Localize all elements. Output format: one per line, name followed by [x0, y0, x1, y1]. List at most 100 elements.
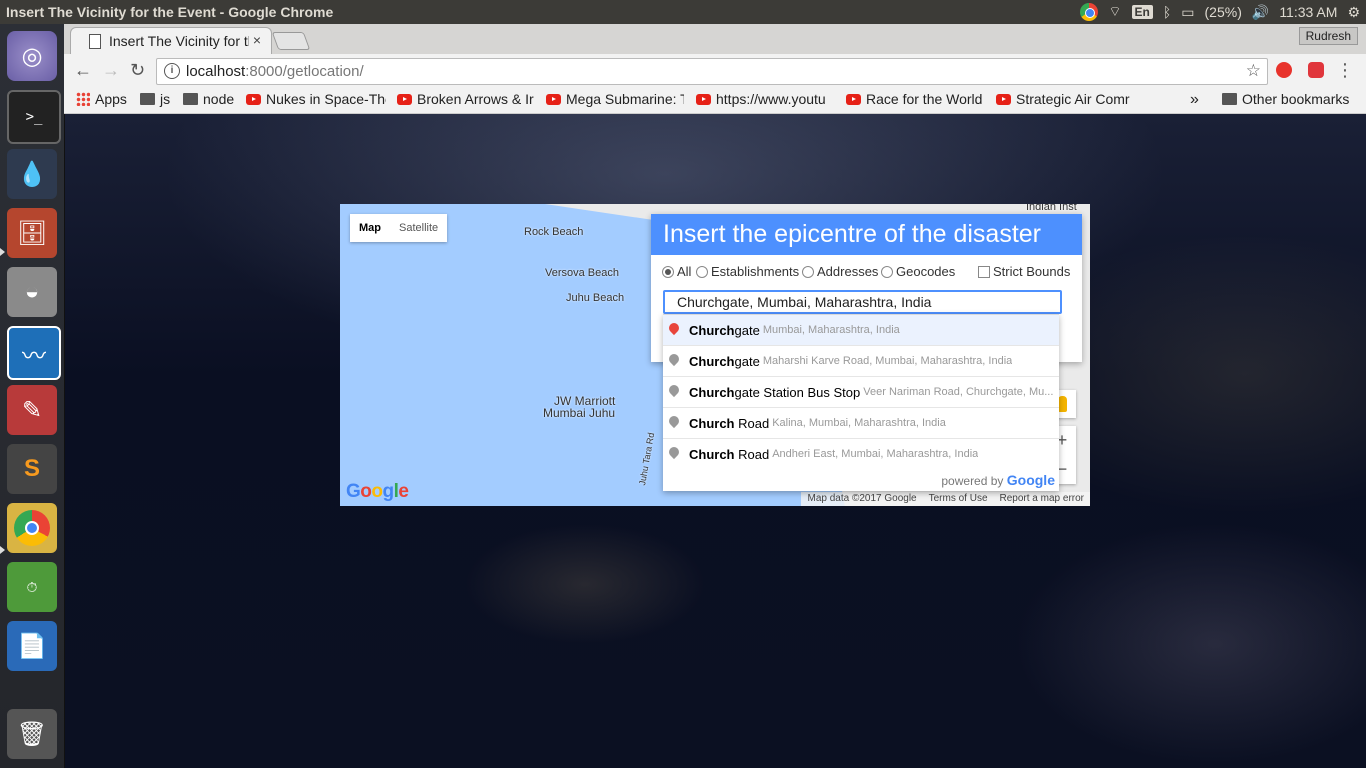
- radio-establishments[interactable]: Establishments: [696, 264, 799, 279]
- site-info-icon[interactable]: i: [164, 63, 180, 79]
- bookmarks-overflow-button[interactable]: »: [1190, 91, 1199, 109]
- new-tab-button[interactable]: [271, 32, 311, 50]
- reload-icon[interactable]: ↻: [130, 60, 145, 81]
- other-bookmarks[interactable]: Other bookmarks: [1222, 91, 1349, 107]
- system-monitor-icon[interactable]: 〰: [7, 326, 61, 380]
- map-pin-icon: [669, 354, 679, 368]
- liquid-drop-icon[interactable]: 💧: [7, 149, 57, 199]
- trash-icon[interactable]: 🗑: [7, 709, 57, 759]
- launcher: ◎ >_ 💧 🗄 ◒ 〰 ✎ S ⏱ 📄 🗑: [0, 24, 65, 768]
- map-label: Rock Beach: [524, 226, 584, 238]
- map-data-attribution: Map data ©2017 Google: [807, 493, 917, 504]
- bookmark-mega-submarine[interactable]: Mega Submarine: T: [546, 91, 684, 107]
- bookmark-strategic-air-command[interactable]: Strategic Air Comr: [996, 91, 1134, 107]
- youtube-icon: [846, 93, 861, 105]
- system-tray: ⌔ En ᛒ ▭ (25%) 🔊 11:33 AM ⚙: [1080, 0, 1360, 24]
- writer-document-icon[interactable]: 📄: [7, 621, 57, 671]
- bookmark-youtube-link[interactable]: https://www.youtu: [696, 91, 834, 107]
- profile-button[interactable]: Rudresh: [1298, 27, 1358, 45]
- youtube-icon: [996, 93, 1011, 105]
- bookmark-star-icon[interactable]: ☆: [1246, 61, 1261, 81]
- bookmark-folder-js[interactable]: js: [140, 91, 170, 107]
- chrome-menu-icon[interactable]: ⋮: [1336, 60, 1354, 81]
- battery-percent[interactable]: (25%): [1205, 4, 1242, 20]
- running-indicator: [0, 546, 5, 554]
- radio-selected-icon[interactable]: [662, 265, 674, 278]
- document-viewer-icon[interactable]: ✎: [7, 385, 57, 435]
- map-label: Juhu Beach: [566, 292, 625, 304]
- report-map-error-link[interactable]: Report a map error: [1000, 492, 1084, 506]
- terms-of-use-link[interactable]: Terms of Use: [929, 492, 988, 506]
- back-arrow-icon[interactable]: ←: [74, 60, 92, 81]
- apps-icon: [76, 92, 90, 106]
- forward-arrow-icon[interactable]: →: [102, 60, 120, 81]
- radio-icon[interactable]: [696, 265, 708, 278]
- tab-title: Insert The Vicinity for the Event: [109, 33, 249, 49]
- document-icon: [89, 34, 101, 49]
- browser-tab[interactable]: Insert The Vicinity for the Event ×: [70, 27, 272, 55]
- youtube-icon: [397, 93, 412, 105]
- youtube-icon: [246, 93, 261, 105]
- map-label: Mumbai Juhu: [543, 406, 616, 420]
- map-label: Versova Beach: [545, 267, 619, 279]
- settings-gear-icon[interactable]: ⚙: [1347, 4, 1360, 21]
- chrome-icon[interactable]: [7, 503, 57, 553]
- map-pin-icon: [669, 447, 679, 461]
- file-cabinet-icon[interactable]: 🗄: [7, 208, 57, 258]
- radio-geocodes[interactable]: Geocodes: [881, 264, 955, 279]
- radio-icon[interactable]: [802, 265, 814, 278]
- map-type-map-button[interactable]: Map: [350, 214, 390, 242]
- timer-icon[interactable]: ⏱: [7, 562, 57, 612]
- map-type-satellite-button[interactable]: Satellite: [390, 214, 447, 242]
- map-label: Indian Inst: [1026, 204, 1077, 213]
- bookmarks-bar: Apps js node Nukes in Space-The Broken A…: [64, 88, 1366, 114]
- keyboard-language-indicator[interactable]: En: [1131, 5, 1153, 19]
- radio-icon[interactable]: [881, 265, 893, 278]
- autocomplete-item[interactable]: Churchgate Mumbai, Maharashtra, India: [663, 315, 1059, 345]
- youtube-icon: [546, 93, 561, 105]
- bluetooth-icon[interactable]: ᛒ: [1163, 4, 1171, 20]
- radio-all[interactable]: All: [662, 264, 691, 279]
- bookmark-apps[interactable]: Apps: [76, 91, 127, 107]
- strict-bounds-checkbox[interactable]: Strict Bounds: [978, 264, 1070, 279]
- url-text[interactable]: localhost:8000/getlocation/: [186, 63, 364, 80]
- volume-icon[interactable]: 🔊: [1252, 4, 1269, 21]
- google-logo[interactable]: Google: [346, 481, 409, 503]
- address-bar[interactable]: i localhost:8000/getlocation/ ☆: [156, 58, 1268, 85]
- checkbox-icon[interactable]: [978, 265, 990, 278]
- wifi-icon[interactable]: ⌔: [1108, 3, 1121, 21]
- youtube-icon: [696, 93, 711, 105]
- autocomplete-item[interactable]: Churchgate Station Bus Stop Veer Nariman…: [663, 376, 1059, 407]
- autocomplete-item[interactable]: Churchgate Maharshi Karve Road, Mumbai, …: [663, 345, 1059, 376]
- ubuntu-dash-icon[interactable]: ◎: [7, 31, 57, 81]
- folder-icon: [183, 93, 198, 105]
- bookmark-nukes-in-space[interactable]: Nukes in Space-The: [246, 91, 386, 107]
- sublime-text-icon[interactable]: S: [7, 444, 57, 494]
- running-indicator: [0, 248, 5, 256]
- browser-toolbar: ← → ↻ i localhost:8000/getlocation/ ☆ ⋮: [64, 54, 1366, 88]
- folder-icon: [1222, 93, 1237, 105]
- map-footer: Map data ©2017 Google Terms of Use Repor…: [801, 492, 1090, 506]
- clock[interactable]: 11:33 AM: [1279, 4, 1337, 20]
- card-title: Insert the epicentre of the disaster: [651, 214, 1082, 255]
- terminal-icon[interactable]: >_: [7, 90, 61, 144]
- bookmark-folder-node[interactable]: node: [183, 91, 234, 107]
- tab-strip: Insert The Vicinity for the Event × Rudr…: [64, 24, 1366, 55]
- autocomplete-item[interactable]: Church Road Andheri East, Mumbai, Mahara…: [663, 438, 1059, 469]
- close-tab-icon[interactable]: ×: [253, 32, 261, 48]
- autocomplete-item[interactable]: Church Road Kalina, Mumbai, Maharashtra,…: [663, 407, 1059, 438]
- bookmark-race-for-the-world[interactable]: Race for the World: [846, 91, 984, 107]
- bookmark-broken-arrows[interactable]: Broken Arrows & Ir: [397, 91, 535, 107]
- battery-icon[interactable]: ▭: [1181, 4, 1194, 21]
- map-pin-icon: [669, 323, 679, 337]
- map-road-label: Juhu Tara Rd: [637, 431, 657, 487]
- location-search-input[interactable]: Churchgate, Mumbai, Maharashtra, India: [663, 290, 1062, 314]
- disk-drive-icon[interactable]: ◒: [7, 267, 57, 317]
- chrome-indicator-icon[interactable]: [1080, 3, 1099, 21]
- shield-extension-icon[interactable]: [1308, 62, 1324, 78]
- folder-icon: [140, 93, 155, 105]
- map-pin-icon: [669, 416, 679, 430]
- opera-extension-icon[interactable]: [1276, 62, 1292, 78]
- radio-addresses[interactable]: Addresses: [802, 264, 878, 279]
- autocomplete-dropdown: Churchgate Mumbai, Maharashtra, India Ch…: [663, 314, 1059, 491]
